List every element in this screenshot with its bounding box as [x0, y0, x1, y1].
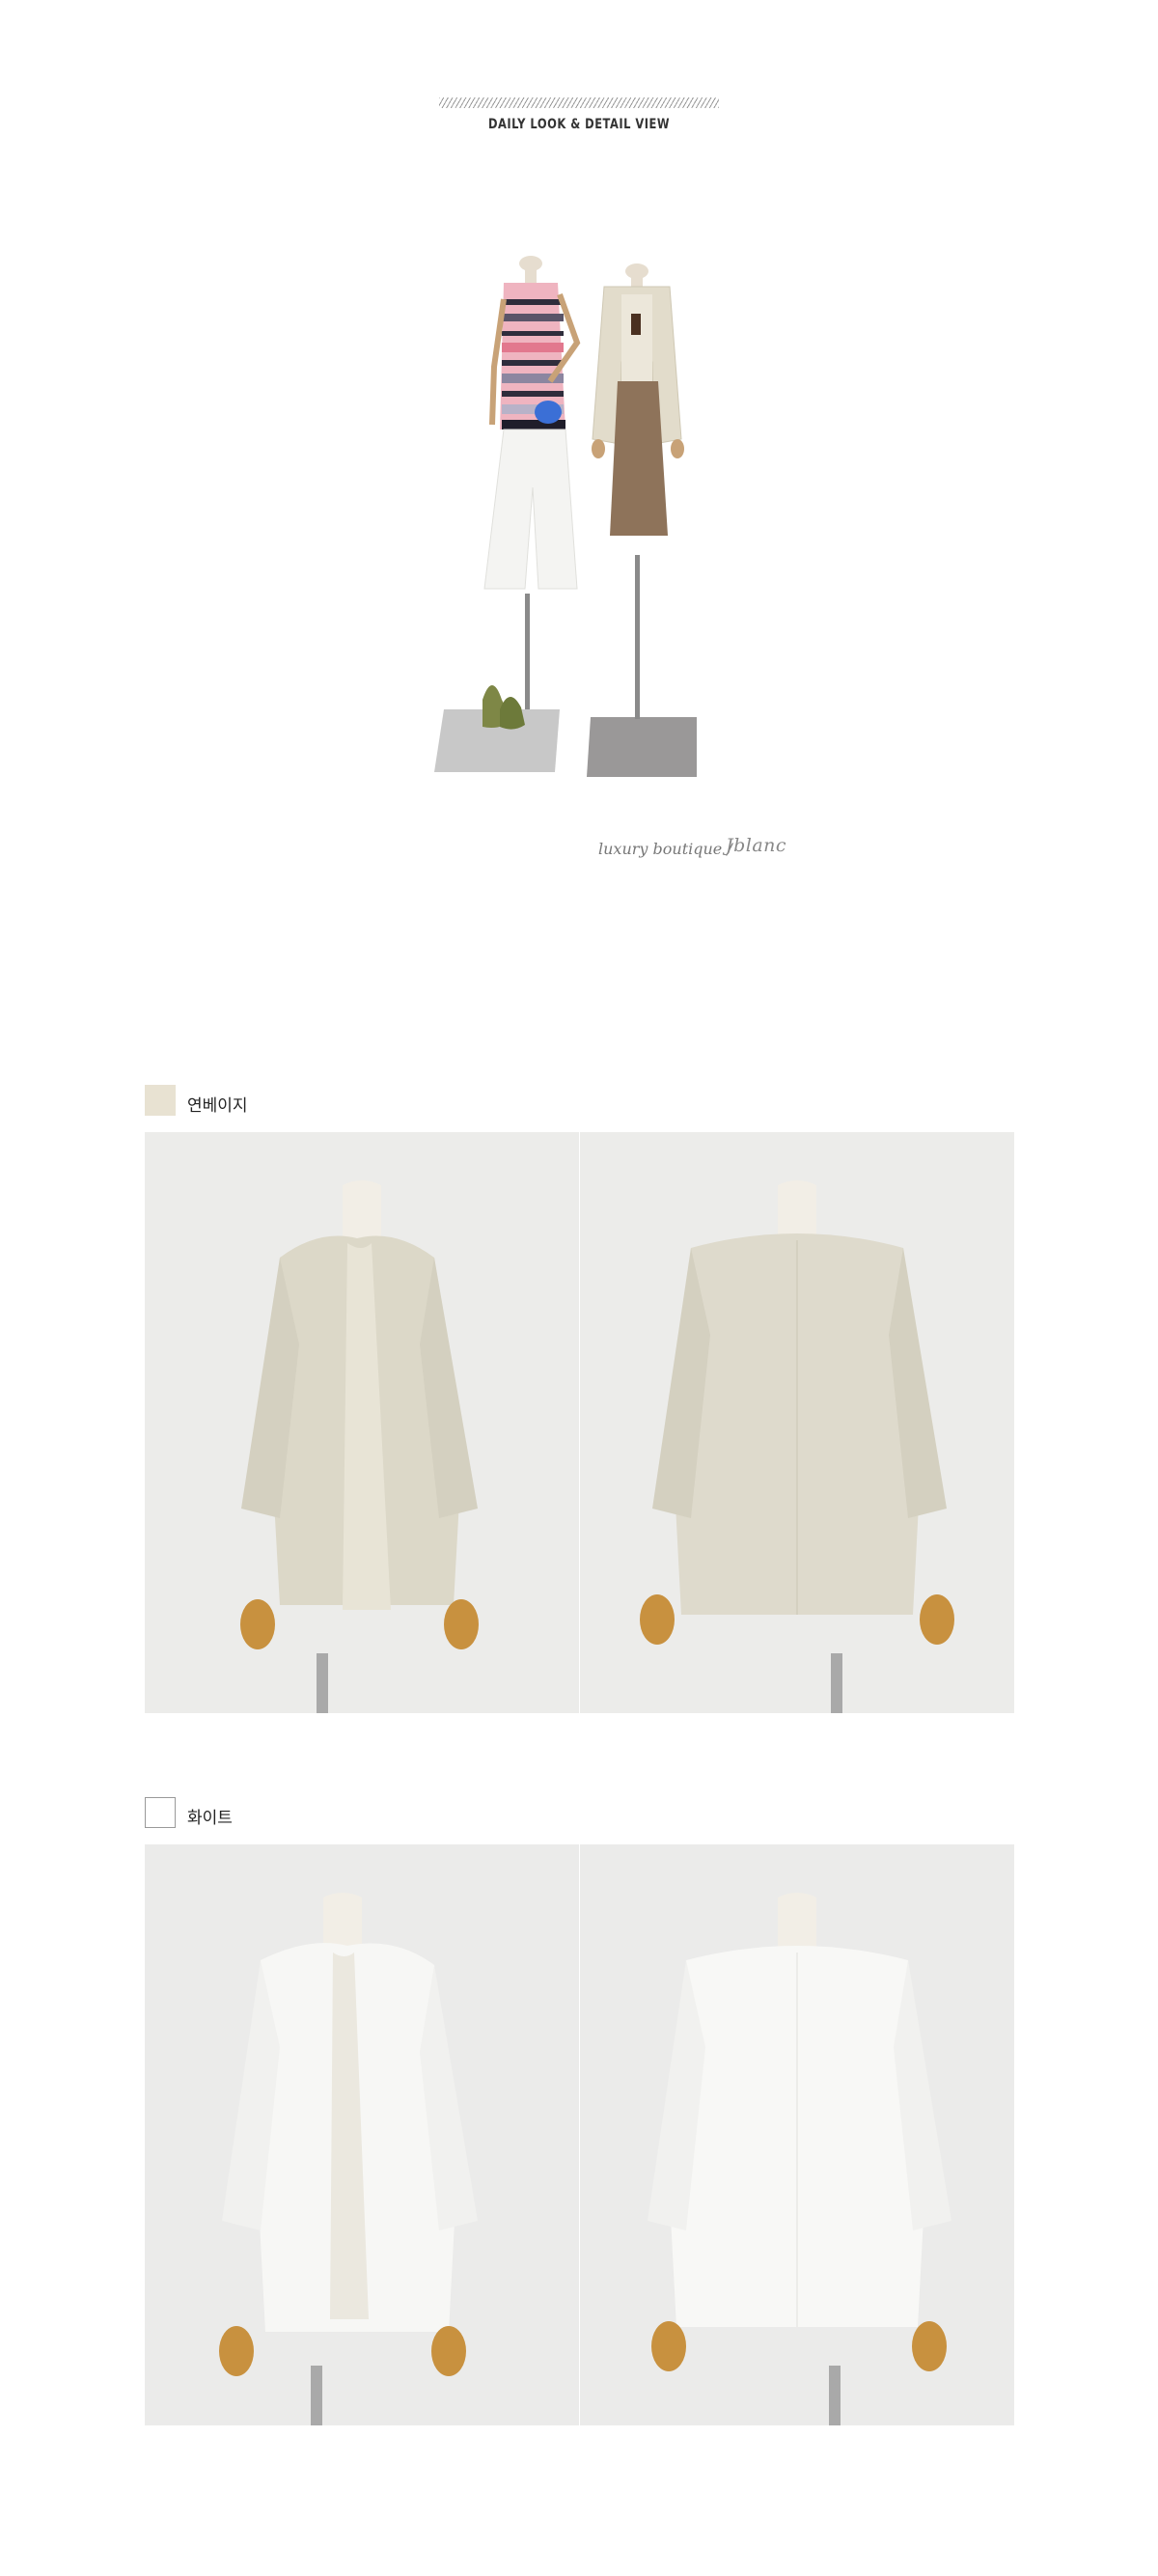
white-jacket-back-photo — [580, 1844, 1014, 2425]
header-hatch-divider — [439, 97, 719, 108]
section-title: DAILY LOOK & DETAIL VIEW — [487, 117, 671, 132]
brand-signature-logo: Jblanc — [726, 835, 787, 856]
color-swatch-beige — [145, 1085, 176, 1116]
color-label-white: 화이트 — [187, 1809, 233, 1828]
white-jacket-front-photo — [145, 1844, 579, 2425]
mannequin-display-image — [425, 246, 743, 787]
color-label-beige: 연베이지 — [187, 1096, 248, 1116]
beige-jacket-back-photo — [580, 1132, 1014, 1713]
color-swatch-white — [145, 1797, 176, 1828]
boutique-tagline: luxury boutique / — [598, 840, 732, 858]
beige-jacket-front-photo — [145, 1132, 579, 1713]
